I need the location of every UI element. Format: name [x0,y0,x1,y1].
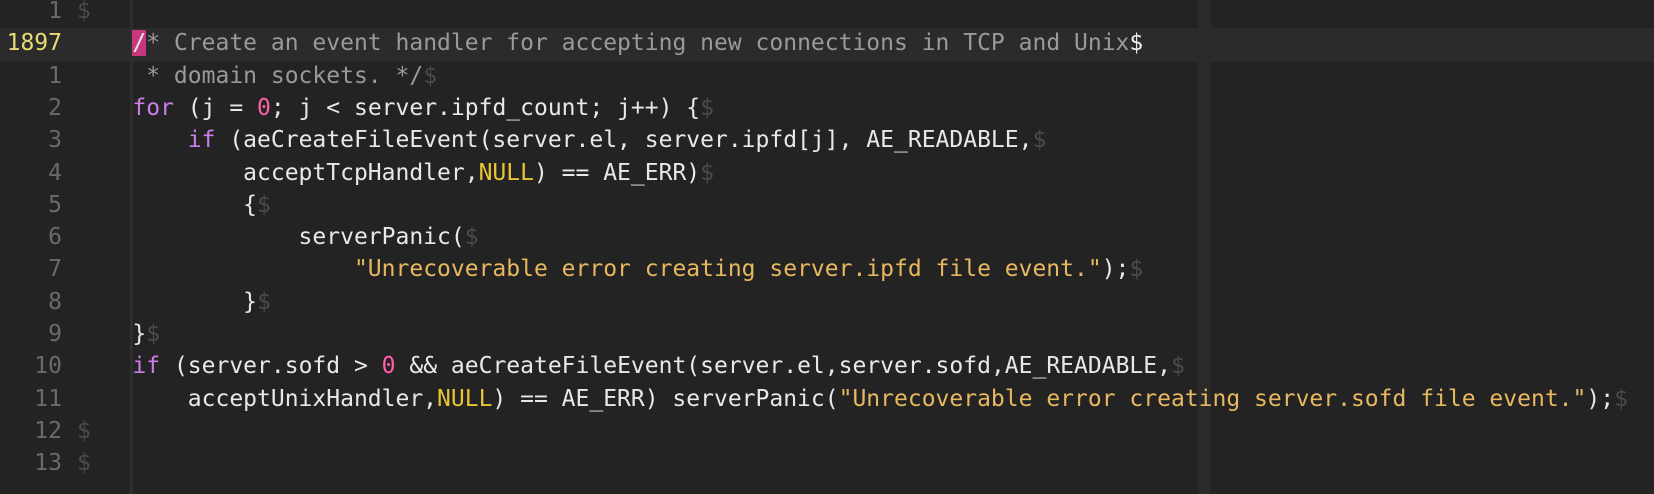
number-token: 0 [381,353,396,380]
line-number: 2 [48,94,62,121]
code-text: ; j < server.ipfd_count; j++) { [270,94,701,121]
eol-marker: $ [77,0,91,24]
code-content[interactable]: acceptTcpHandler,NULL) == AE_ERR)$ [77,156,714,190]
eol-marker: $ [423,62,438,89]
current-line-number: 1897 [6,30,62,57]
code-content[interactable]: $ [77,0,91,28]
code-text: } [77,321,147,347]
code-text: (server.sofd > [160,353,382,380]
code-content[interactable]: $ [77,414,91,448]
text-cursor[interactable]: / [132,30,147,57]
eol-marker: $ [700,159,714,186]
line-number: 1 [48,0,62,24]
keyword-token: if [187,127,216,154]
line-number: 11 [34,385,62,412]
string-token: "Unrecoverable error creating server.ipf… [353,256,1102,283]
code-content[interactable]: }$ [77,317,160,351]
line-number: 4 [48,159,62,186]
code-content[interactable]: if (aeCreateFileEvent(server.el, server.… [77,123,1047,157]
code-editor[interactable]: 1 $1897 /* Create an event handler for ac… [0,0,1654,494]
code-content[interactable]: serverPanic($ [77,220,479,254]
line-number: 10 [34,353,62,380]
keyword-token: if [132,353,161,380]
code-text: (aeCreateFileEvent(server.el, server.ipf… [215,127,1033,154]
code-text: { [77,191,258,218]
code-text: serverPanic( [77,224,465,251]
line-number: 1 [48,62,62,89]
code-text: ) == AE_ERR) serverPanic( [492,385,839,412]
code-content[interactable]: acceptUnixHandler,NULL) == AE_ERR) serve… [77,382,1628,416]
line-number: 9 [48,321,62,347]
keyword-token: for [132,94,174,121]
line-number: 7 [48,256,62,283]
code-content[interactable]: "Unrecoverable error creating server.ipf… [77,252,1143,286]
eol-marker: $ [1614,385,1628,412]
code-text: && aeCreateFileEvent(server.el,server.so… [395,353,1171,380]
code-content[interactable]: $ [77,446,91,480]
eol-marker: $ [146,321,161,347]
line-number: 12 [34,417,62,444]
eol-marker: $ [464,224,479,251]
eol-marker: $ [1129,256,1144,283]
eol-marker: $ [1170,353,1185,380]
eol-marker: $ [257,191,271,218]
code-content[interactable]: * domain sockets. */$ [77,59,437,93]
eol-marker: $ [1129,30,1144,57]
eol-marker: $ [257,288,271,315]
code-text: } [77,288,258,315]
line-number: 8 [48,288,62,315]
eol-marker: $ [1032,127,1047,154]
code-text: (j = [173,94,258,121]
code-text: ) == AE_ERR) [533,159,701,186]
line-number: 3 [48,127,62,154]
code-content[interactable]: if (server.sofd > 0 && aeCreateFileEvent… [77,349,1185,383]
color-column [1198,0,1211,494]
eol-marker: $ [700,94,715,121]
code-text: acceptTcpHandler, [77,159,479,186]
comment-token: * Create an event handler for accepting … [146,30,1130,57]
string-token: "Unrecoverable error creating server.sof… [838,385,1587,412]
constant-token: NULL [478,159,534,186]
code-text: ); [1586,385,1615,412]
code-content[interactable]: }$ [77,285,271,319]
line-number: 6 [48,224,62,251]
code-text: ); [1101,256,1130,283]
eol-marker: $ [77,417,91,444]
eol-marker: $ [77,450,91,477]
code-text: acceptUnixHandler, [77,385,438,412]
constant-token: NULL [437,385,493,412]
line-number: 5 [48,191,62,218]
code-content[interactable]: {$ [77,188,271,222]
line-number: 13 [34,450,62,477]
code-content[interactable]: /* Create an event handler for accepting… [77,26,1143,60]
number-token: 0 [257,94,271,121]
code-content[interactable]: for (j = 0; j < server.ipfd_count; j++) … [77,91,714,125]
comment-token: * domain sockets. */ [77,62,424,89]
